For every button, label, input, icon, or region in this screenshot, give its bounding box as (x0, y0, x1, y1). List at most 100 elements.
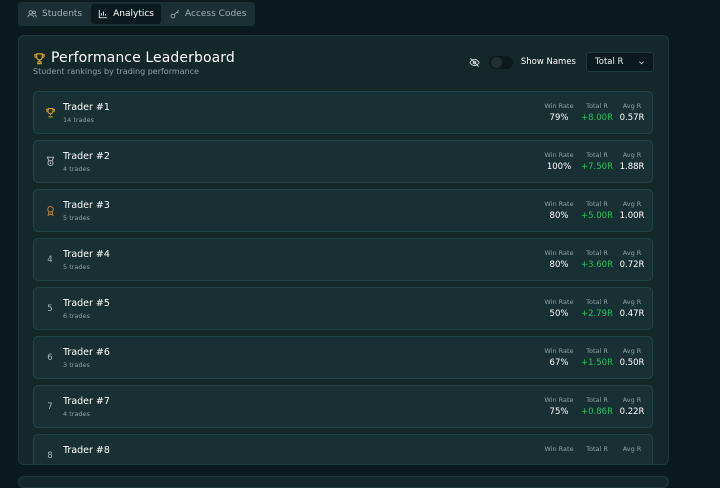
leaderboard-row[interactable]: 7 Trader #7 4 trades Win Rate 75% Total R +0.8… (33, 385, 653, 428)
rank-number: 4 (47, 254, 53, 265)
avg-r-value: 1.00R (619, 211, 645, 221)
total-r-label: Total R (586, 396, 608, 404)
avg-r-stat: Avg R 1.00R (618, 200, 646, 221)
avg-r-label: Avg R (622, 445, 642, 453)
win-rate-value: 50% (549, 309, 569, 319)
total-r-value: +8.00R (581, 113, 613, 123)
tab-analytics[interactable]: Analytics (91, 4, 161, 24)
toggle-knob (490, 56, 502, 68)
total-r-stat: Total R +2.79R (580, 298, 614, 319)
avg-r-value: 0.72R (619, 260, 645, 270)
avg-r-stat: Avg R 0.50R (618, 347, 646, 368)
sort-select[interactable]: Total R (586, 52, 654, 72)
rank-number: 6 (47, 352, 53, 363)
total-r-stat: Total R +0.86R (580, 396, 614, 417)
trade-count: 4 trades (63, 410, 90, 418)
total-r-stat: Total R +1.50R (580, 347, 614, 368)
leaderboard-controls: Show Names Total R (469, 52, 654, 72)
total-r-label: Total R (586, 151, 608, 159)
total-r-value: +2.79R (581, 309, 613, 319)
win-rate-value: 67% (549, 358, 569, 368)
win-rate-stat: Win Rate 79% (542, 102, 576, 123)
leaderboard-row[interactable]: 6 Trader #6 3 trades Win Rate 67% Total R +1.5… (33, 336, 653, 379)
win-rate-label: Win Rate (544, 347, 574, 355)
tab-analytics-label: Analytics (113, 9, 154, 19)
avg-r-label: Avg R (622, 151, 642, 159)
bar-chart-icon (98, 9, 108, 19)
total-r-value: +1.50R (581, 358, 613, 368)
total-r-label: Total R (586, 102, 608, 110)
eye-off-icon (469, 57, 480, 67)
show-names-label: Show Names (520, 57, 576, 67)
leaderboard-row[interactable]: 4 Trader #4 5 trades Win Rate 80% Total R +3.6… (33, 238, 653, 281)
avg-r-label: Avg R (622, 396, 642, 404)
win-rate-value: 100% (546, 162, 572, 172)
total-r-label: Total R (586, 347, 608, 355)
win-rate-label: Win Rate (544, 151, 574, 159)
trader-name: Trader #3 (63, 200, 110, 211)
page-title: Performance Leaderboard (51, 50, 235, 66)
tab-students[interactable]: Students (20, 4, 89, 24)
sort-select-value: Total R (595, 57, 624, 67)
total-r-stat: Total R +3.60R (580, 249, 614, 270)
win-rate-label: Win Rate (544, 396, 574, 404)
avg-r-stat: Avg R (618, 445, 646, 456)
leaderboard-row[interactable]: 5 Trader #5 6 trades Win Rate 50% Total R +2.7… (33, 287, 653, 330)
tab-access-codes-label: Access Codes (185, 9, 247, 19)
trade-count: 14 trades (63, 116, 95, 124)
leaderboard-row[interactable]: Trader #1 14 trades Win Rate 79% Total R +8.0… (33, 91, 653, 134)
leaderboard-row[interactable]: Trader #3 5 trades Win Rate 80% Total R +5.00… (33, 189, 653, 232)
avg-r-value: 1.88R (619, 162, 645, 172)
leaderboard-header: Performance Leaderboard Student rankings… (33, 50, 654, 90)
total-r-stat: Total R +8.00R (580, 102, 614, 123)
key-icon (170, 9, 180, 19)
users-icon (27, 10, 37, 18)
win-rate-stat: Win Rate 50% (542, 298, 576, 319)
avg-r-stat: Avg R 0.22R (618, 396, 646, 417)
trader-name: Trader #8 (63, 445, 110, 456)
trader-name: Trader #6 (63, 347, 110, 358)
win-rate-label: Win Rate (544, 102, 574, 110)
avg-r-stat: Avg R 0.47R (618, 298, 646, 319)
trade-count: 4 trades (63, 165, 90, 173)
avg-r-label: Avg R (622, 200, 642, 208)
next-card (18, 476, 669, 488)
rank-number: 5 (47, 303, 53, 314)
rank-number: 8 (47, 450, 53, 461)
rank-number: 7 (47, 401, 53, 412)
avg-r-value: 0.47R (619, 309, 645, 319)
total-r-label: Total R (586, 249, 608, 257)
total-r-value: +5.00R (581, 211, 613, 221)
win-rate-value: 79% (549, 113, 569, 123)
total-r-stat: Total R +7.50R (580, 151, 614, 172)
tab-access-codes[interactable]: Access Codes (163, 4, 253, 24)
win-rate-label: Win Rate (544, 200, 574, 208)
total-r-value: +3.60R (581, 260, 613, 270)
trader-name: Trader #7 (63, 396, 110, 407)
avg-r-label: Avg R (622, 298, 642, 306)
chevron-down-icon (639, 60, 644, 64)
total-r-label: Total R (586, 298, 608, 306)
win-rate-value: 80% (549, 260, 569, 270)
trade-count: 5 trades (63, 263, 90, 271)
leaderboard-row[interactable]: 8 Trader #8 Win Rate Total R Avg R (33, 434, 653, 464)
win-rate-stat: Win Rate 100% (542, 151, 576, 172)
win-rate-label: Win Rate (544, 298, 574, 306)
trade-count: 3 trades (63, 361, 90, 369)
total-r-value: +0.86R (581, 407, 613, 417)
medal-icon (43, 141, 57, 182)
trader-name: Trader #5 (63, 298, 110, 309)
avg-r-value: 0.22R (619, 407, 645, 417)
avg-r-label: Avg R (622, 102, 642, 110)
win-rate-stat: Win Rate 80% (542, 249, 576, 270)
tab-students-label: Students (42, 9, 83, 19)
show-names-toggle[interactable] (488, 55, 513, 69)
trophy-icon (43, 92, 57, 133)
trade-count: 5 trades (63, 214, 90, 222)
win-rate-stat: Win Rate 67% (542, 347, 576, 368)
trade-count: 6 trades (63, 312, 90, 320)
main-tabs: Students Analytics Access Codes (18, 2, 256, 26)
leaderboard-row[interactable]: Trader #2 4 trades Win Rate 100% Total R +7.5… (33, 140, 653, 183)
leaderboard-list: Trader #1 14 trades Win Rate 79% Total R +8.0… (33, 91, 653, 464)
avg-r-label: Avg R (622, 249, 642, 257)
